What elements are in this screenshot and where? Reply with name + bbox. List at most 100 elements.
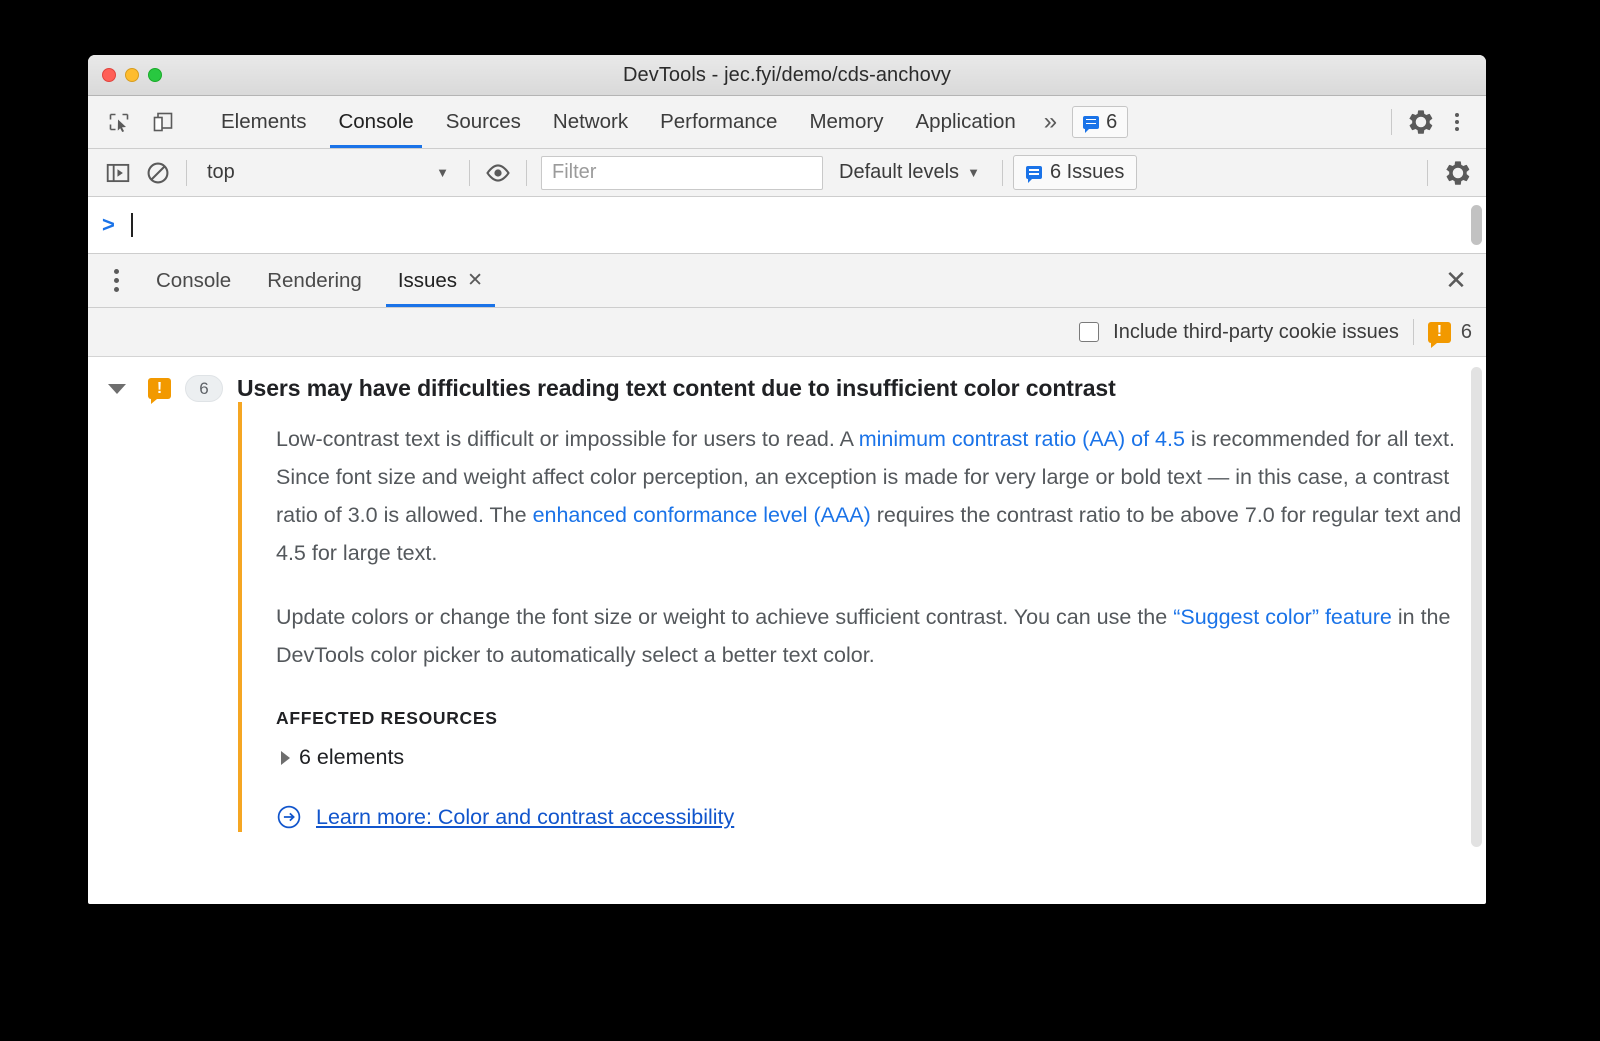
toolbar-divider xyxy=(469,159,470,186)
learn-more-link[interactable]: Learn more: Color and contrast accessibi… xyxy=(316,805,734,830)
third-party-cookie-checkbox[interactable] xyxy=(1079,322,1100,342)
tab-memory[interactable]: Memory xyxy=(793,96,899,148)
tab-label: Sources xyxy=(445,110,521,133)
execution-context-value: top xyxy=(207,161,235,183)
issues-count-badge[interactable]: 6 xyxy=(1072,106,1129,138)
close-tab-icon[interactable]: ✕ xyxy=(467,269,483,292)
gear-icon[interactable] xyxy=(1404,105,1438,139)
issue-header-row[interactable]: ! 6 Users may have difficulties reading … xyxy=(88,357,1486,404)
message-icon xyxy=(1025,166,1042,183)
console-input[interactable] xyxy=(130,213,133,237)
min-contrast-aa-link[interactable]: minimum contrast ratio (AA) of 4.5 xyxy=(859,427,1185,451)
drawer-more-tools-icon[interactable] xyxy=(94,254,138,307)
header-divider xyxy=(1412,319,1414,345)
tab-label: Application xyxy=(915,110,1016,133)
warning-bubble-icon: ! xyxy=(148,378,171,404)
issues-button-label: 6 Issues xyxy=(1049,161,1125,183)
warning-bubble-icon: ! xyxy=(1427,321,1451,348)
close-drawer-icon[interactable]: ✕ xyxy=(1426,254,1486,307)
affected-resources-row[interactable]: 6 elements xyxy=(276,745,1486,770)
window-controls[interactable] xyxy=(102,68,162,82)
toolbar-divider xyxy=(1427,159,1428,186)
tab-label: Network xyxy=(552,110,629,133)
drawer-tab-label: Console xyxy=(156,268,232,292)
affected-resources-value: 6 elements xyxy=(299,745,405,769)
device-toolbar-icon[interactable] xyxy=(146,105,180,139)
issues-panel-header: Include third-party cookie issues ! 6 xyxy=(88,308,1486,357)
drawer-tab-console[interactable]: Console xyxy=(138,254,249,307)
issues-toolbar-button[interactable]: 6 Issues xyxy=(1012,155,1138,190)
close-window-button[interactable] xyxy=(102,68,116,82)
log-levels-label: Default levels xyxy=(839,161,960,183)
chevron-down-icon: ▼ xyxy=(967,165,980,180)
tab-application[interactable]: Application xyxy=(900,96,1032,148)
console-toolbar: top ▼ Filter Default levels ▼ 6 Issues xyxy=(88,149,1486,197)
more-tabs-button[interactable]: » xyxy=(1032,96,1068,148)
affected-resources-label: AFFECTED RESOURCES xyxy=(276,708,498,728)
issues-warning-count: ! 6 xyxy=(1427,320,1472,348)
issue-paragraph-2: Update colors or change the font size or… xyxy=(276,598,1486,674)
toolbar-divider xyxy=(186,159,187,186)
live-expression-eye-icon[interactable] xyxy=(480,155,516,191)
title-bar: DevTools - jec.fyi/demo/cds-anchovy xyxy=(88,55,1486,96)
panel-tabs: Elements Console Sources Network Perform… xyxy=(205,96,1381,148)
issues-list: ! 6 Users may have difficulties reading … xyxy=(88,357,1486,854)
filter-input[interactable]: Filter xyxy=(541,155,823,190)
drawer-tab-issues[interactable]: Issues ✕ xyxy=(380,254,501,307)
chevron-down-icon[interactable] xyxy=(108,383,126,394)
inspect-element-icon[interactable] xyxy=(102,105,136,139)
tab-network[interactable]: Network xyxy=(537,96,644,148)
warning-count-value: 6 xyxy=(1460,320,1472,343)
third-party-cookie-filter[interactable]: Include third-party cookie issues xyxy=(1079,321,1399,344)
issue-paragraph-1: Low-contrast text is difficult or imposs… xyxy=(276,420,1486,572)
window-title: DevTools - jec.fyi/demo/cds-anchovy xyxy=(622,63,952,86)
tab-performance[interactable]: Performance xyxy=(644,96,793,148)
drawer-tab-label: Issues xyxy=(397,268,458,292)
log-levels-selector[interactable]: Default levels ▼ xyxy=(827,161,992,184)
execution-context-selector[interactable]: top ▼ xyxy=(197,156,459,190)
drawer-tab-bar: Console Rendering Issues ✕ ✕ xyxy=(88,254,1486,308)
drawer-tab-rendering[interactable]: Rendering xyxy=(249,254,380,307)
tab-elements[interactable]: Elements xyxy=(205,96,322,148)
console-sidebar-toggle-icon[interactable] xyxy=(100,155,136,191)
issues-count-value: 6 xyxy=(1106,110,1118,133)
console-prompt-icon: > xyxy=(102,212,115,237)
issue-title: Users may have difficulties reading text… xyxy=(237,375,1116,401)
toolbar-divider xyxy=(1001,159,1003,186)
devtools-window: DevTools - jec.fyi/demo/cds-anchovy Elem… xyxy=(88,55,1486,904)
issue-detail: Low-contrast text is difficult or imposs… xyxy=(238,402,1486,832)
zoom-window-button[interactable] xyxy=(148,68,162,82)
tab-sources[interactable]: Sources xyxy=(430,96,537,148)
toolbar-divider xyxy=(526,159,527,186)
tab-label: Memory xyxy=(809,110,884,133)
paragraph-text: Update colors or change the font size or… xyxy=(276,605,1174,629)
main-tab-bar: Elements Console Sources Network Perform… xyxy=(88,96,1486,149)
tab-label: Console xyxy=(338,110,414,133)
issues-scrollbar[interactable] xyxy=(1471,367,1482,847)
more-options-icon[interactable] xyxy=(1440,105,1474,139)
console-message-area: > xyxy=(88,197,1486,254)
chevron-down-icon: ▼ xyxy=(436,165,449,180)
chevron-double-right-icon: » xyxy=(1043,108,1057,135)
toolbar-divider xyxy=(1391,109,1392,135)
paragraph-text: Low-contrast text is difficult or imposs… xyxy=(276,427,859,451)
learn-more-row[interactable]: Learn more: Color and contrast accessibi… xyxy=(276,804,1486,830)
filter-placeholder: Filter xyxy=(552,161,597,183)
suggest-color-feature-link[interactable]: “Suggest color” feature xyxy=(1173,605,1392,629)
chevron-right-icon[interactable] xyxy=(281,750,290,765)
console-scrollbar[interactable] xyxy=(1471,205,1482,245)
console-settings-gear-icon[interactable] xyxy=(1440,155,1476,191)
clear-console-icon[interactable] xyxy=(140,155,176,191)
issue-count-badge: 6 xyxy=(185,375,223,402)
tab-label: Elements xyxy=(221,110,307,133)
toolbar-right-group xyxy=(1381,96,1486,148)
toolbar-icon-group xyxy=(88,96,205,148)
drawer-tab-label: Rendering xyxy=(267,268,362,292)
tab-label: Performance xyxy=(660,110,778,133)
enhanced-conformance-aaa-link[interactable]: enhanced conformance level (AAA) xyxy=(533,503,871,527)
third-party-cookie-label: Include third-party cookie issues xyxy=(1113,320,1399,343)
tab-console[interactable]: Console xyxy=(322,96,429,148)
arrow-circle-icon xyxy=(276,804,302,830)
close-icon: ✕ xyxy=(1445,265,1467,295)
minimize-window-button[interactable] xyxy=(125,68,139,82)
